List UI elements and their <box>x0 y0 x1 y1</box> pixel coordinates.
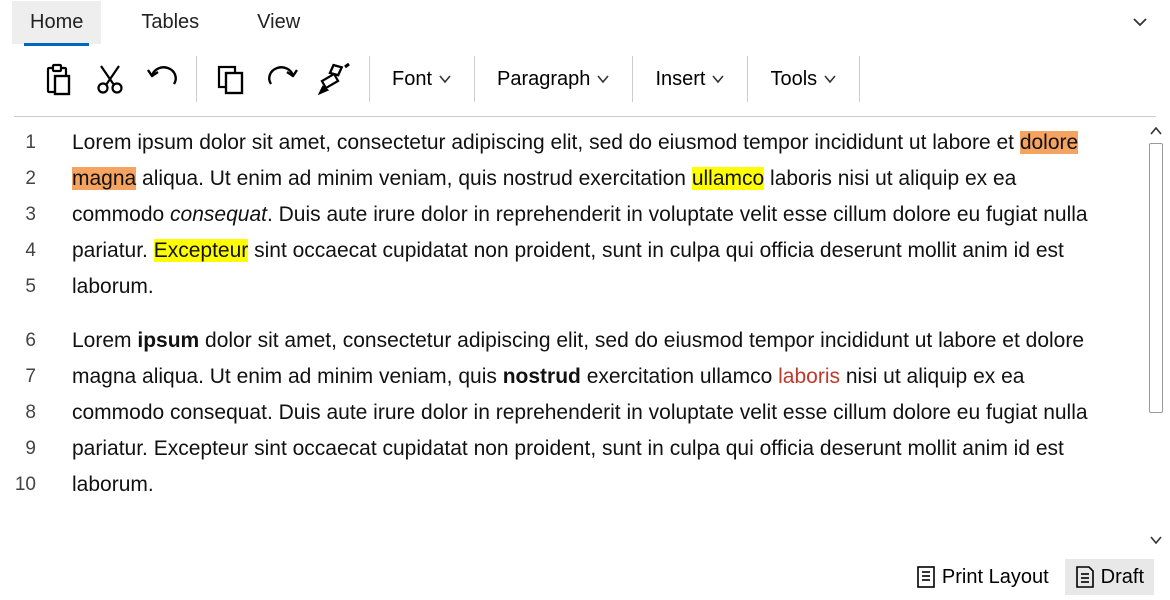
separator <box>474 56 475 102</box>
chevron-down-icon <box>438 72 452 86</box>
tools-dropdown[interactable]: Tools <box>760 62 847 97</box>
italic-text: consequat <box>170 203 267 226</box>
status-bar: Print Layout Draft <box>0 554 1170 600</box>
scroll-up-arrow-icon[interactable] <box>1144 121 1168 141</box>
paragraph-dropdown[interactable]: Paragraph <box>487 62 620 97</box>
line-number: 5 <box>0 269 48 305</box>
tab-bar: Home Tables View <box>0 0 1170 44</box>
document-content[interactable]: Lorem ipsum dolor sit amet, consectetur … <box>48 117 1142 554</box>
chevron-down-icon <box>823 72 837 86</box>
undo-button[interactable] <box>140 59 184 99</box>
line-number: 10 <box>0 467 48 503</box>
scroll-track[interactable] <box>1147 143 1165 528</box>
collapse-ribbon-chevron-icon[interactable] <box>1130 12 1150 32</box>
line-number: 4 <box>0 233 48 269</box>
separator <box>859 56 860 102</box>
line-number: 3 <box>0 197 48 233</box>
text-run: Lorem <box>72 329 137 352</box>
dropdown-label: Insert <box>655 68 705 91</box>
tab-tables[interactable]: Tables <box>123 1 217 44</box>
bold-text: ipsum <box>137 329 199 352</box>
draft-view-button[interactable]: Draft <box>1065 559 1154 595</box>
scroll-thumb[interactable] <box>1149 143 1163 413</box>
dropdown-label: Tools <box>770 68 817 91</box>
print-layout-view-button[interactable]: Print Layout <box>906 559 1059 595</box>
page-icon <box>916 565 936 589</box>
insert-dropdown[interactable]: Insert <box>645 62 735 97</box>
chevron-down-icon <box>711 72 725 86</box>
vertical-scrollbar[interactable] <box>1142 117 1170 554</box>
paragraph: Lorem ipsum dolor sit amet, consectetur … <box>72 125 1106 305</box>
line-number: 1 <box>0 125 48 161</box>
line-number: 6 <box>0 323 48 359</box>
tab-home[interactable]: Home <box>12 1 101 44</box>
separator <box>369 56 370 102</box>
font-dropdown[interactable]: Font <box>382 62 462 97</box>
line-number: 9 <box>0 431 48 467</box>
text-run: Lorem ipsum dolor sit amet, consectetur … <box>72 131 1020 154</box>
text-run: exercitation ullamco <box>581 365 778 388</box>
format-painter-button[interactable] <box>313 59 357 99</box>
separator <box>196 56 197 102</box>
line-number: 8 <box>0 395 48 431</box>
line-number: 7 <box>0 359 48 395</box>
view-label: Draft <box>1101 566 1144 589</box>
cut-button[interactable] <box>88 59 132 99</box>
paste-button[interactable] <box>36 59 80 99</box>
line-number: 2 <box>0 161 48 197</box>
separator <box>632 56 633 102</box>
highlighted-text: ullamco <box>692 167 764 190</box>
editor-area: 1 2 3 4 5 6 7 8 9 10 Lorem ipsum dolor s… <box>0 117 1170 554</box>
scroll-down-arrow-icon[interactable] <box>1144 530 1168 550</box>
colored-text: laboris <box>778 365 840 388</box>
redo-button[interactable] <box>261 59 305 99</box>
page-icon <box>1075 565 1095 589</box>
tab-view[interactable]: View <box>239 1 318 44</box>
dropdown-label: Font <box>392 68 432 91</box>
chevron-down-icon <box>596 72 610 86</box>
separator <box>747 56 748 102</box>
dropdown-label: Paragraph <box>497 68 590 91</box>
line-number-gutter: 1 2 3 4 5 6 7 8 9 10 <box>0 117 48 554</box>
highlighted-text: Excepteur <box>154 239 249 262</box>
text-run: aliqua. Ut enim ad minim veniam, quis no… <box>136 167 692 190</box>
toolbar: Font Paragraph Insert Tools <box>14 44 1156 117</box>
bold-text: nostrud <box>503 365 581 388</box>
paragraph: Lorem ipsum dolor sit amet, consectetur … <box>72 323 1106 503</box>
copy-button[interactable] <box>209 59 253 99</box>
view-label: Print Layout <box>942 566 1049 589</box>
